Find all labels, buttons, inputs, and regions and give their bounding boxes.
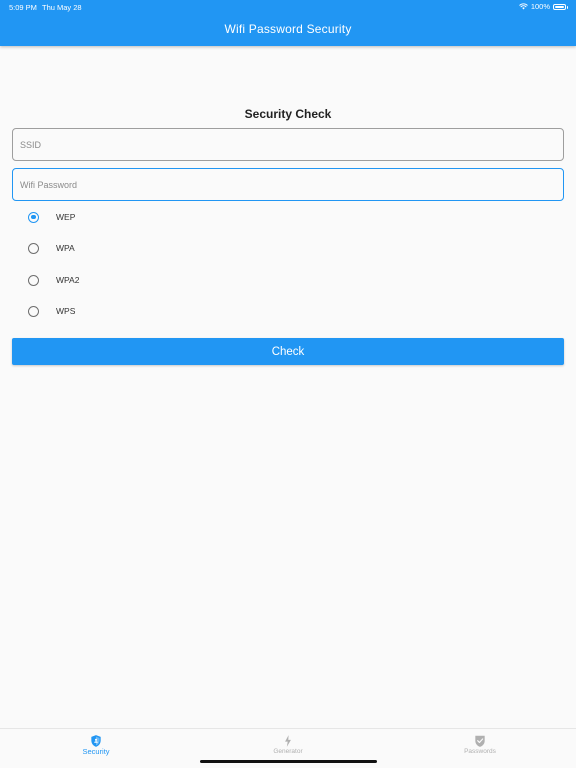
tab-label: Generator bbox=[273, 748, 303, 755]
status-time: 5:09 PM bbox=[9, 3, 37, 12]
app-bar: 5:09 PM Thu May 28 100% Wifi Password Se… bbox=[0, 0, 576, 46]
status-date: Thu May 28 bbox=[42, 3, 82, 12]
radio-button[interactable] bbox=[28, 274, 39, 286]
wifi-password-field[interactable] bbox=[12, 168, 564, 201]
radio-label: WEP bbox=[56, 212, 76, 222]
radio-option-wep[interactable]: WEP bbox=[28, 207, 328, 227]
tab-label: Security bbox=[82, 747, 110, 756]
app-title: Wifi Password Security bbox=[224, 22, 352, 36]
security-check-title: Security Check bbox=[244, 107, 332, 121]
radio-option-wps[interactable]: WPS bbox=[28, 301, 328, 321]
tab-label: Passwords bbox=[464, 748, 496, 755]
radio-button[interactable] bbox=[28, 211, 39, 223]
radio-option-wpa2[interactable]: WPA2 bbox=[28, 270, 328, 290]
battery-icon bbox=[553, 3, 568, 10]
ssid-field[interactable] bbox=[12, 128, 564, 161]
radio-label: WPS bbox=[56, 306, 76, 316]
app-screen: 5:09 PM Thu May 28 100% Wifi Password Se… bbox=[0, 0, 576, 768]
radio-button[interactable] bbox=[28, 242, 39, 254]
check-button[interactable]: Check bbox=[12, 338, 564, 365]
battery-percent: 100% bbox=[530, 2, 550, 11]
radio-label: WPA2 bbox=[56, 275, 80, 285]
tab-security[interactable]: Security bbox=[0, 729, 192, 768]
wifi-password-input[interactable] bbox=[13, 169, 563, 200]
status-bar: 5:09 PM Thu May 28 100% bbox=[0, 0, 576, 14]
status-indicators: 100% bbox=[519, 2, 568, 11]
radio-button[interactable] bbox=[28, 305, 39, 317]
shield-icon bbox=[91, 735, 101, 747]
radio-label: WPA bbox=[56, 243, 75, 253]
wifi-icon bbox=[519, 3, 528, 10]
radio-option-wpa[interactable]: WPA bbox=[28, 238, 328, 258]
tab-passwords[interactable]: Passwords bbox=[384, 729, 576, 768]
home-indicator bbox=[200, 760, 377, 763]
shield-check-icon bbox=[475, 735, 485, 747]
ssid-input[interactable] bbox=[13, 129, 563, 160]
bolt-icon bbox=[285, 735, 291, 747]
